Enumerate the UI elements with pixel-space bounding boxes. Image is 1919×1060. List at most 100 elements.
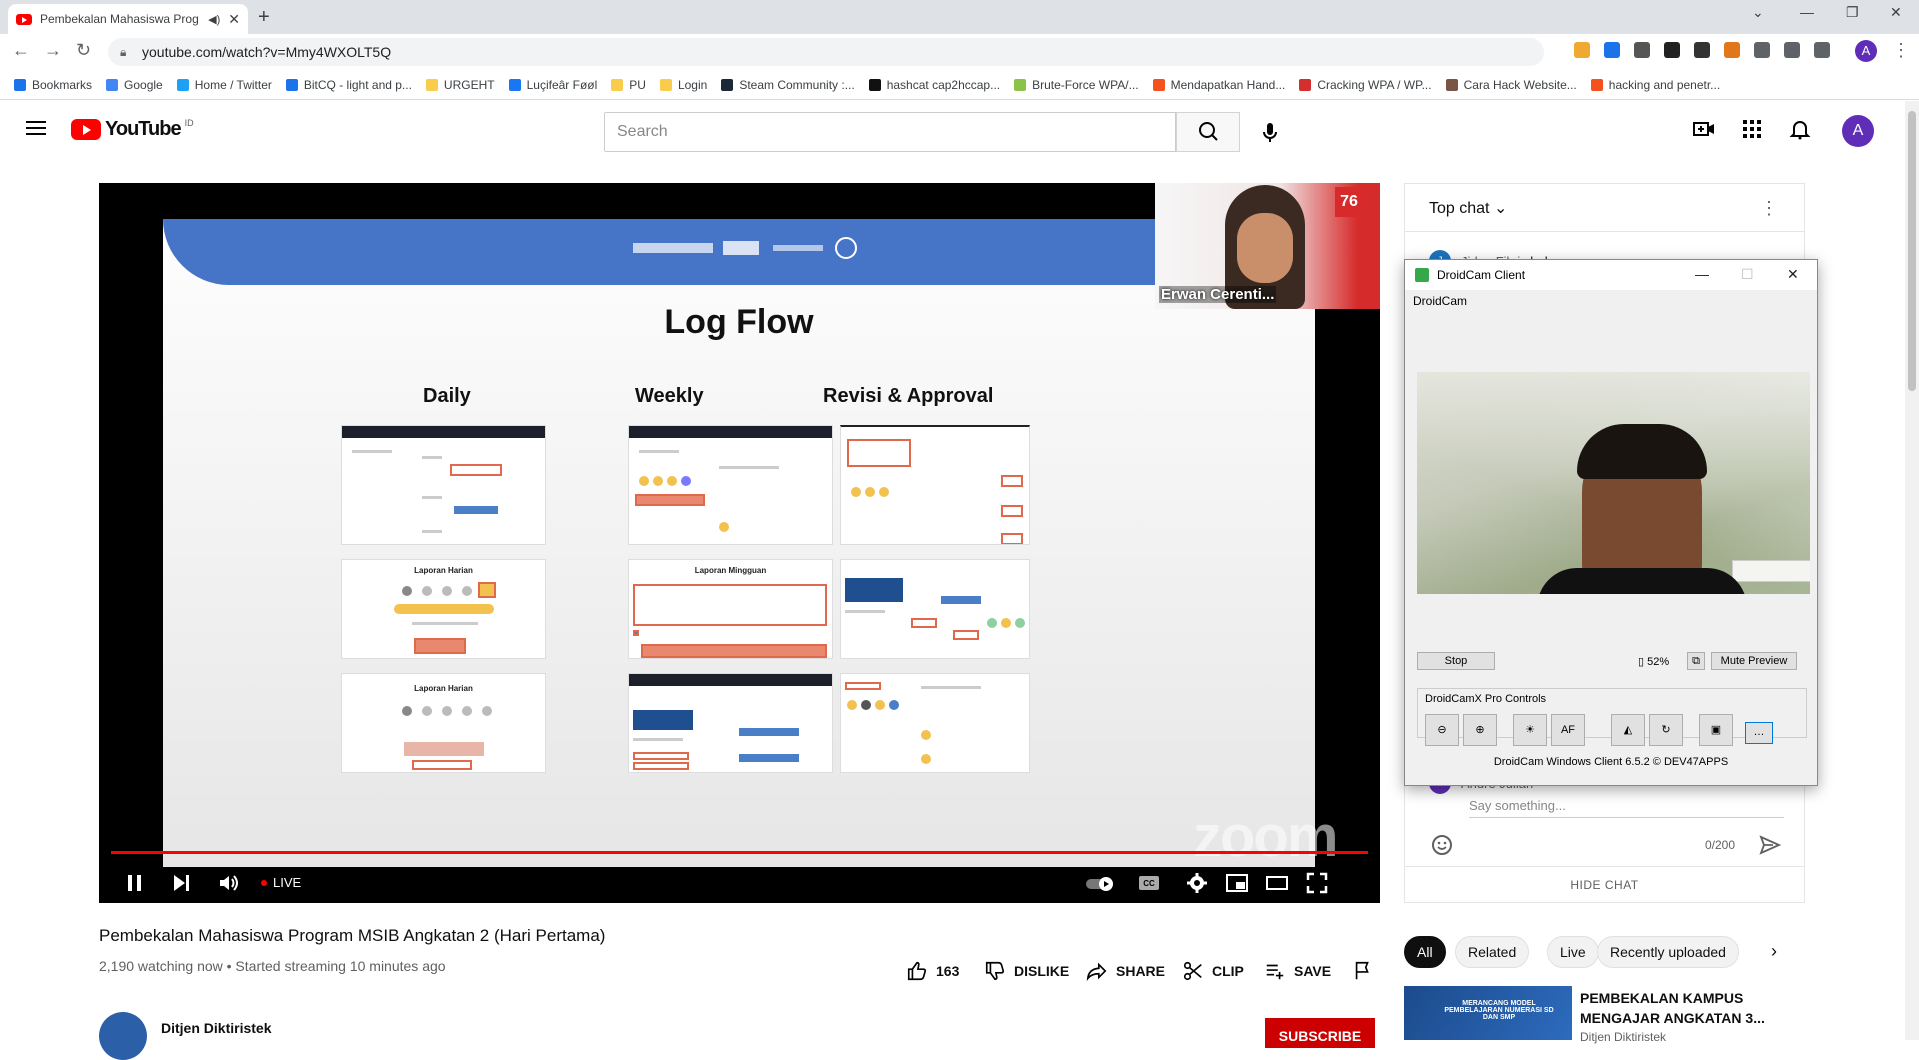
extension-icon[interactable] — [1634, 42, 1650, 58]
restore-button[interactable]: ❐ — [1846, 4, 1859, 21]
zoom-out-icon[interactable]: ⊖ — [1425, 714, 1459, 746]
bookmark-item[interactable]: Steam Community :... — [721, 78, 855, 92]
chat-input[interactable]: Say something... — [1469, 798, 1784, 818]
recommended-channel[interactable]: Ditjen Diktiristek — [1580, 1030, 1666, 1044]
recommended-thumbnail[interactable]: MERANCANG MODEL PEMBELAJARAN NUMERASI SD… — [1404, 986, 1572, 1040]
clip-button[interactable]: CLIP — [1182, 960, 1244, 982]
more-options-button[interactable]: … — [1745, 722, 1773, 744]
bookmark-item[interactable]: Brute-Force WPA/... — [1014, 78, 1139, 92]
back-icon[interactable]: ← — [12, 40, 30, 61]
chrome-menu-icon[interactable]: ⋮ — [1892, 40, 1910, 61]
minimize-button[interactable]: — — [1800, 4, 1814, 20]
extension-icon[interactable] — [1664, 42, 1680, 58]
scrollbar-thumb[interactable] — [1908, 111, 1916, 391]
bookmark-item[interactable]: Cracking WPA / WP... — [1299, 78, 1432, 92]
forward-icon[interactable]: → — [44, 40, 62, 61]
bookmark-item[interactable]: URGEHT — [425, 78, 495, 92]
top-chat-dropdown[interactable]: Top chat ⌄ — [1429, 198, 1507, 218]
menu-icon[interactable] — [26, 121, 46, 135]
live-indicator[interactable]: LIVE — [261, 875, 301, 890]
fullscreen-icon[interactable] — [1305, 871, 1329, 895]
droidcam-menu[interactable]: DroidCam — [1413, 294, 1467, 308]
create-video-icon[interactable] — [1692, 117, 1716, 141]
extension-icon[interactable] — [1694, 42, 1710, 58]
zoom-in-icon[interactable]: ⊕ — [1463, 714, 1497, 746]
subscribe-button[interactable]: SUBSCRIBE — [1265, 1018, 1375, 1048]
apps-grid-icon[interactable] — [1740, 117, 1764, 141]
chip-all[interactable]: All — [1404, 936, 1446, 968]
page-scrollbar[interactable] — [1905, 101, 1919, 1040]
mute-preview-button[interactable]: Mute Preview — [1711, 652, 1797, 670]
new-tab-button[interactable]: + — [258, 6, 270, 29]
droidcam-titlebar[interactable]: DroidCam Client — [1405, 260, 1817, 290]
recommended-title[interactable]: PEMBEKALAN KAMPUS MENGAJAR ANGKATAN 3... — [1580, 988, 1800, 1028]
tab-close-icon[interactable]: ✕ — [228, 11, 240, 28]
tab-search-icon[interactable]: ⌄ — [1752, 4, 1764, 21]
bookmark-item[interactable]: Login — [659, 78, 707, 92]
brightness-icon[interactable]: ☀ — [1513, 714, 1547, 746]
send-icon[interactable] — [1759, 834, 1781, 856]
notifications-bell-icon[interactable] — [1788, 117, 1812, 141]
emoji-icon[interactable] — [1431, 834, 1453, 856]
close-window-button[interactable]: ✕ — [1890, 4, 1902, 21]
chip-recently-uploaded[interactable]: Recently uploaded — [1597, 936, 1739, 968]
autoplay-toggle-icon[interactable] — [1084, 871, 1118, 895]
bookmark-item[interactable]: Mendapatkan Hand... — [1152, 78, 1285, 92]
bookmark-item[interactable]: hacking and penetr... — [1590, 78, 1720, 92]
search-input[interactable]: Search — [604, 112, 1176, 152]
reload-icon[interactable]: ↻ — [76, 40, 91, 61]
bookmark-item[interactable]: Luçifeâr Føøl — [508, 78, 597, 92]
rotate-icon[interactable]: ↻ — [1649, 714, 1683, 746]
bookmark-item[interactable]: Google — [106, 78, 163, 92]
progress-bar[interactable] — [111, 851, 1368, 854]
channel-avatar[interactable] — [99, 1012, 147, 1060]
channel-name[interactable]: Ditjen Diktiristek — [161, 1020, 271, 1036]
captions-icon[interactable]: CC — [1137, 871, 1161, 895]
extension-icon[interactable] — [1604, 42, 1620, 58]
chip-related[interactable]: Related — [1455, 936, 1530, 968]
bookmark-item[interactable]: Bookmarks — [14, 78, 92, 92]
screenshot-button[interactable]: ⧉ — [1687, 652, 1705, 670]
youtube-logo[interactable]: YouTube ID — [71, 118, 194, 141]
bookmark-item[interactable]: Cara Hack Website... — [1445, 78, 1577, 92]
share-button[interactable]: SHARE — [1086, 960, 1165, 982]
chrome-profile-avatar[interactable]: A — [1855, 40, 1877, 62]
save-button[interactable]: SAVE — [1264, 960, 1331, 982]
mirror-icon[interactable]: ◭ — [1611, 714, 1645, 746]
next-icon[interactable] — [169, 871, 193, 895]
metamask-icon[interactable] — [1724, 42, 1740, 58]
bookmark-item[interactable]: BitCQ - light and p... — [285, 78, 412, 92]
stop-button[interactable]: Stop — [1417, 652, 1495, 670]
bookmark-item[interactable]: hashcat cap2hccap... — [868, 78, 1000, 92]
extension-icon[interactable] — [1784, 42, 1800, 58]
reading-list-icon[interactable] — [1814, 42, 1830, 58]
miniplayer-icon[interactable] — [1225, 871, 1249, 895]
extensions-puzzle-icon[interactable] — [1754, 42, 1770, 58]
settings-gear-icon[interactable] — [1185, 871, 1209, 895]
theater-mode-icon[interactable] — [1265, 871, 1289, 895]
bookmark-item[interactable]: Home / Twitter — [176, 78, 272, 92]
voice-search-button[interactable] — [1253, 115, 1287, 149]
slide-header-bar — [163, 219, 1315, 285]
chip-live[interactable]: Live — [1547, 936, 1599, 968]
hide-chat-button[interactable]: HIDE CHAT — [1405, 866, 1804, 902]
more-options-icon[interactable]: ⋮ — [1760, 198, 1778, 219]
pause-icon[interactable] — [123, 871, 147, 895]
bookmark-item[interactable]: PU — [611, 78, 646, 92]
droidcam-close-button[interactable]: ✕ — [1787, 266, 1799, 283]
chevron-right-icon[interactable]: › — [1771, 941, 1777, 962]
search-button[interactable] — [1176, 112, 1240, 152]
extension-icon[interactable] — [1574, 42, 1590, 58]
browser-tab[interactable]: Pembekalan Mahasiswa Prog ◀) ✕ — [8, 4, 248, 34]
like-button[interactable]: 163 — [906, 960, 959, 982]
video-player[interactable]: Log Flow Daily Weekly Revisi & Approval — [99, 183, 1380, 903]
account-avatar[interactable]: A — [1842, 115, 1874, 147]
address-bar[interactable]: 🔒︎ youtube.com/watch?v=Mmy4WXOLT5Q — [108, 38, 1544, 66]
tab-audio-icon[interactable]: ◀) — [208, 13, 220, 26]
save-image-icon[interactable]: ▣ — [1699, 714, 1733, 746]
report-button[interactable] — [1352, 960, 1374, 982]
dislike-button[interactable]: DISLIKE — [984, 960, 1069, 982]
autofocus-button[interactable]: AF — [1551, 714, 1585, 746]
volume-icon[interactable] — [217, 871, 241, 895]
droidcam-minimize-button[interactable]: — — [1695, 266, 1709, 282]
